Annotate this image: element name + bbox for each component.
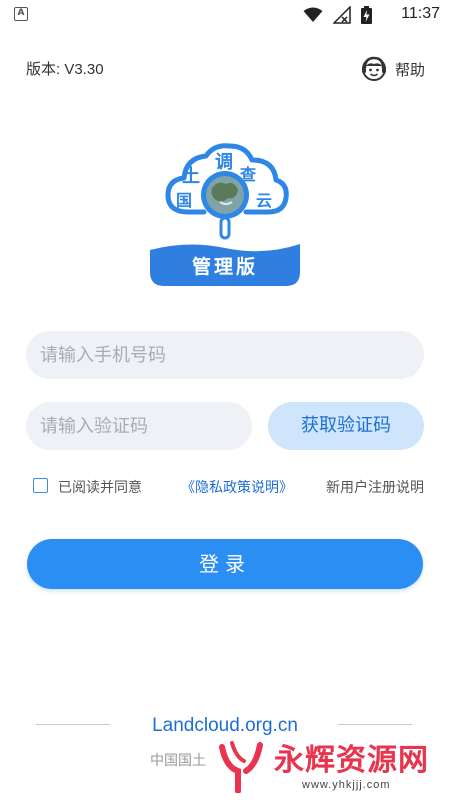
battery-charging-icon — [361, 6, 372, 24]
status-icons — [303, 6, 372, 24]
phone-input[interactable] — [26, 331, 424, 379]
logo-char-yun: 云 — [256, 191, 272, 210]
watermark-text: 永辉资源网 — [274, 743, 429, 778]
app-notification-icon: A — [14, 7, 28, 21]
agree-text: 已阅读并同意 — [58, 480, 142, 496]
watermark-logo-icon — [219, 741, 263, 793]
logo-char-cha: 查 — [240, 165, 256, 184]
agree-checkbox[interactable] — [33, 478, 48, 493]
login-button[interactable]: 登录 — [27, 539, 423, 589]
help-label: 帮助 — [394, 60, 425, 79]
wifi-icon — [303, 7, 323, 22]
new-user-registration-link[interactable]: 新用户注册说明 — [326, 477, 424, 497]
signal-off-icon — [333, 6, 351, 24]
watermark-url: www.yhkjjj.com — [302, 779, 391, 791]
app-logo: 土 调 国 查 云 管理版 — [148, 140, 302, 288]
logo-char-diao: 调 — [215, 152, 233, 173]
cloud-globe-logo-icon: 土 调 国 查 云 管理版 — [150, 143, 300, 286]
agreement-row: 已阅读并同意 《隐私政策说明》 新用户注册说明 — [33, 476, 425, 496]
logo-char-tu: 土 — [182, 166, 200, 187]
get-code-button[interactable]: 获取验证码 — [268, 402, 424, 450]
status-bar: A 11:37 — [0, 0, 450, 30]
footer-site-link[interactable]: Landcloud.org.cn — [0, 715, 450, 737]
watermark: 永辉资源网 www.yhkjjj.com — [216, 735, 448, 797]
help-button[interactable]: 帮助 — [359, 54, 425, 84]
status-time: 11:37 — [401, 5, 440, 22]
logo-char-guo: 国 — [176, 191, 192, 210]
verification-code-input[interactable] — [26, 402, 252, 450]
logo-badge-text: 管理版 — [192, 255, 258, 278]
customer-service-icon — [361, 56, 386, 81]
footer-org-text: 中国国土 — [150, 753, 206, 769]
version-label: 版本: V3.30 — [26, 61, 104, 78]
privacy-policy-link[interactable]: 《隐私政策说明》 — [181, 477, 293, 497]
